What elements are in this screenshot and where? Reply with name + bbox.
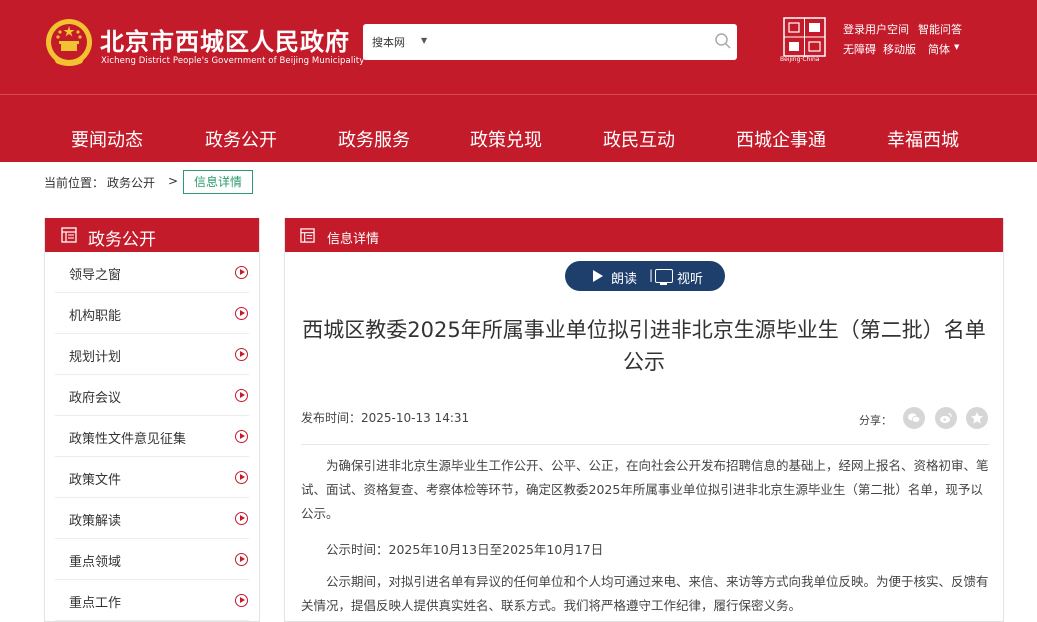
article-paragraph: 公示时间：2025年10月13日至2025年10月17日 — [326, 542, 604, 557]
sidebar-item-label: 领导之窗 — [69, 268, 122, 283]
article-paragraph: 为确保引进非北京生源毕业生工作公开、公平、公正，在向社会公开发布招聘信息的基础上… — [301, 458, 989, 521]
arrow-right-icon — [235, 471, 248, 484]
sidebar-item-policy-interpretation[interactable]: 政策解读 — [55, 498, 249, 539]
search-input[interactable] — [435, 30, 695, 54]
sidebar-item-label: 政策解读 — [69, 514, 122, 529]
accessibility-link[interactable]: 无障碍 — [843, 41, 876, 57]
sidebar-item-label: 政策性文件意见征集 — [69, 432, 187, 447]
arrow-right-icon — [235, 266, 248, 279]
arrow-right-icon — [235, 430, 248, 443]
chevron-down-icon[interactable]: ▼ — [421, 36, 427, 45]
nav-item-interaction[interactable]: 政民互动 — [603, 126, 675, 152]
document-icon — [61, 227, 77, 243]
site-title[interactable]: 北京市西城区人民政府 — [100, 22, 350, 57]
capital-caption: Beijing·China — [780, 56, 820, 63]
search-box[interactable]: 搜本网 ▼ — [363, 24, 737, 60]
breadcrumb-current: 信息详情 — [183, 170, 253, 194]
divider — [301, 444, 989, 445]
sidebar-item-label: 政策文件 — [69, 473, 122, 488]
sidebar-item-key-work[interactable]: 重点工作 — [55, 580, 249, 621]
nav-item-policy-fulfillment[interactable]: 政策兑现 — [470, 126, 542, 152]
search-scope-select[interactable]: 搜本网 — [372, 34, 405, 50]
language-caret-icon[interactable]: ▼ — [954, 43, 959, 51]
arrow-right-icon — [235, 512, 248, 525]
listen-separator: | — [649, 268, 654, 282]
sidebar-item-label: 政府会议 — [69, 391, 122, 406]
sidebar-item-plans[interactable]: 规划计划 — [55, 334, 249, 375]
sidebar-item-meetings[interactable]: 政府会议 — [55, 375, 249, 416]
article-panel: 信息详情 朗读 | 视听 西城区教委2025年所属事业单位拟引进非北京生源毕业生… — [284, 218, 1004, 622]
listen-toolbar: 朗读 | 视听 — [565, 261, 725, 291]
favorite-icon[interactable] — [966, 407, 988, 429]
read-aloud-button[interactable]: 朗读 — [611, 268, 637, 287]
arrow-right-icon — [235, 348, 248, 361]
screen-icon[interactable] — [655, 269, 673, 285]
nav-item-gov-affairs-open[interactable]: 政务公开 — [205, 126, 277, 152]
nav-item-enterprise[interactable]: 西城企事通 — [736, 126, 826, 152]
sidebar-header: 政务公开 — [45, 218, 259, 252]
share-label: 分享： — [859, 414, 892, 427]
sidebar-title: 政务公开 — [88, 230, 156, 250]
breadcrumb-section-link[interactable]: 政务公开 — [107, 174, 155, 191]
article-panel-title: 信息详情 — [327, 232, 380, 247]
sidebar-item-policy-documents[interactable]: 政策文件 — [55, 457, 249, 498]
breadcrumb-prefix: 当前位置： — [44, 176, 105, 190]
login-link[interactable]: 登录用户空间 — [843, 21, 909, 37]
sidebar-item-label: 重点领域 — [69, 555, 122, 570]
sidebar-item-label: 规划计划 — [69, 350, 122, 365]
site-header: 北京市西城区人民政府 Xicheng District People's Gov… — [0, 0, 1037, 162]
arrow-right-icon — [235, 594, 248, 607]
document-icon — [300, 228, 315, 243]
publish-time: 发布时间：2025-10-13 14:31 — [301, 411, 470, 425]
sidebar-item-label: 重点工作 — [69, 596, 122, 611]
article-panel-header: 信息详情 — [285, 218, 1003, 252]
sidebar-item-consultation[interactable]: 政策性文件意见征集 — [55, 416, 249, 457]
nav-item-gov-services[interactable]: 政务服务 — [338, 126, 410, 152]
breadcrumb-separator: > — [168, 174, 179, 188]
wechat-icon[interactable] — [903, 407, 925, 429]
sidebar-item-label: 机构职能 — [69, 309, 122, 324]
arrow-right-icon — [235, 307, 248, 320]
language-select[interactable]: 简体 — [928, 41, 950, 57]
search-icon[interactable] — [714, 32, 732, 50]
sidebar-item-key-areas[interactable]: 重点领域 — [55, 539, 249, 580]
site-subtitle: Xicheng District People's Government of … — [101, 56, 365, 66]
main-nav: 要闻动态 政务公开 政务服务 政策兑现 政民互动 西城企事通 幸福西城 — [0, 96, 1037, 162]
smart-qa-link[interactable]: 智能问答 — [918, 21, 962, 37]
audiovisual-button[interactable]: 视听 — [677, 268, 703, 287]
arrow-right-icon — [235, 389, 248, 402]
sidebar-item-functions[interactable]: 机构职能 — [55, 293, 249, 334]
article-title: 西城区教委2025年所属事业单位拟引进非北京生源毕业生（第二批）名单公示 — [302, 318, 986, 374]
arrow-right-icon — [235, 553, 248, 566]
sidebar-item-leaders[interactable]: 领导之窗 — [55, 252, 249, 293]
sidebar: 政务公开 领导之窗 机构职能 规划计划 政府会议 政策性文件意见征集 政策文件 … — [44, 218, 260, 622]
nav-item-happy-xicheng[interactable]: 幸福西城 — [887, 126, 959, 152]
nav-item-news[interactable]: 要闻动态 — [71, 126, 143, 152]
national-emblem-icon[interactable] — [44, 17, 94, 69]
mobile-version-link[interactable]: 移动版 — [883, 41, 916, 57]
play-icon[interactable] — [593, 270, 603, 282]
weibo-icon[interactable] — [935, 407, 957, 429]
article-paragraph: 公示期间，对拟引进名单有异议的任何单位和个人均可通过来电、来信、来访等方式向我单… — [301, 574, 989, 613]
